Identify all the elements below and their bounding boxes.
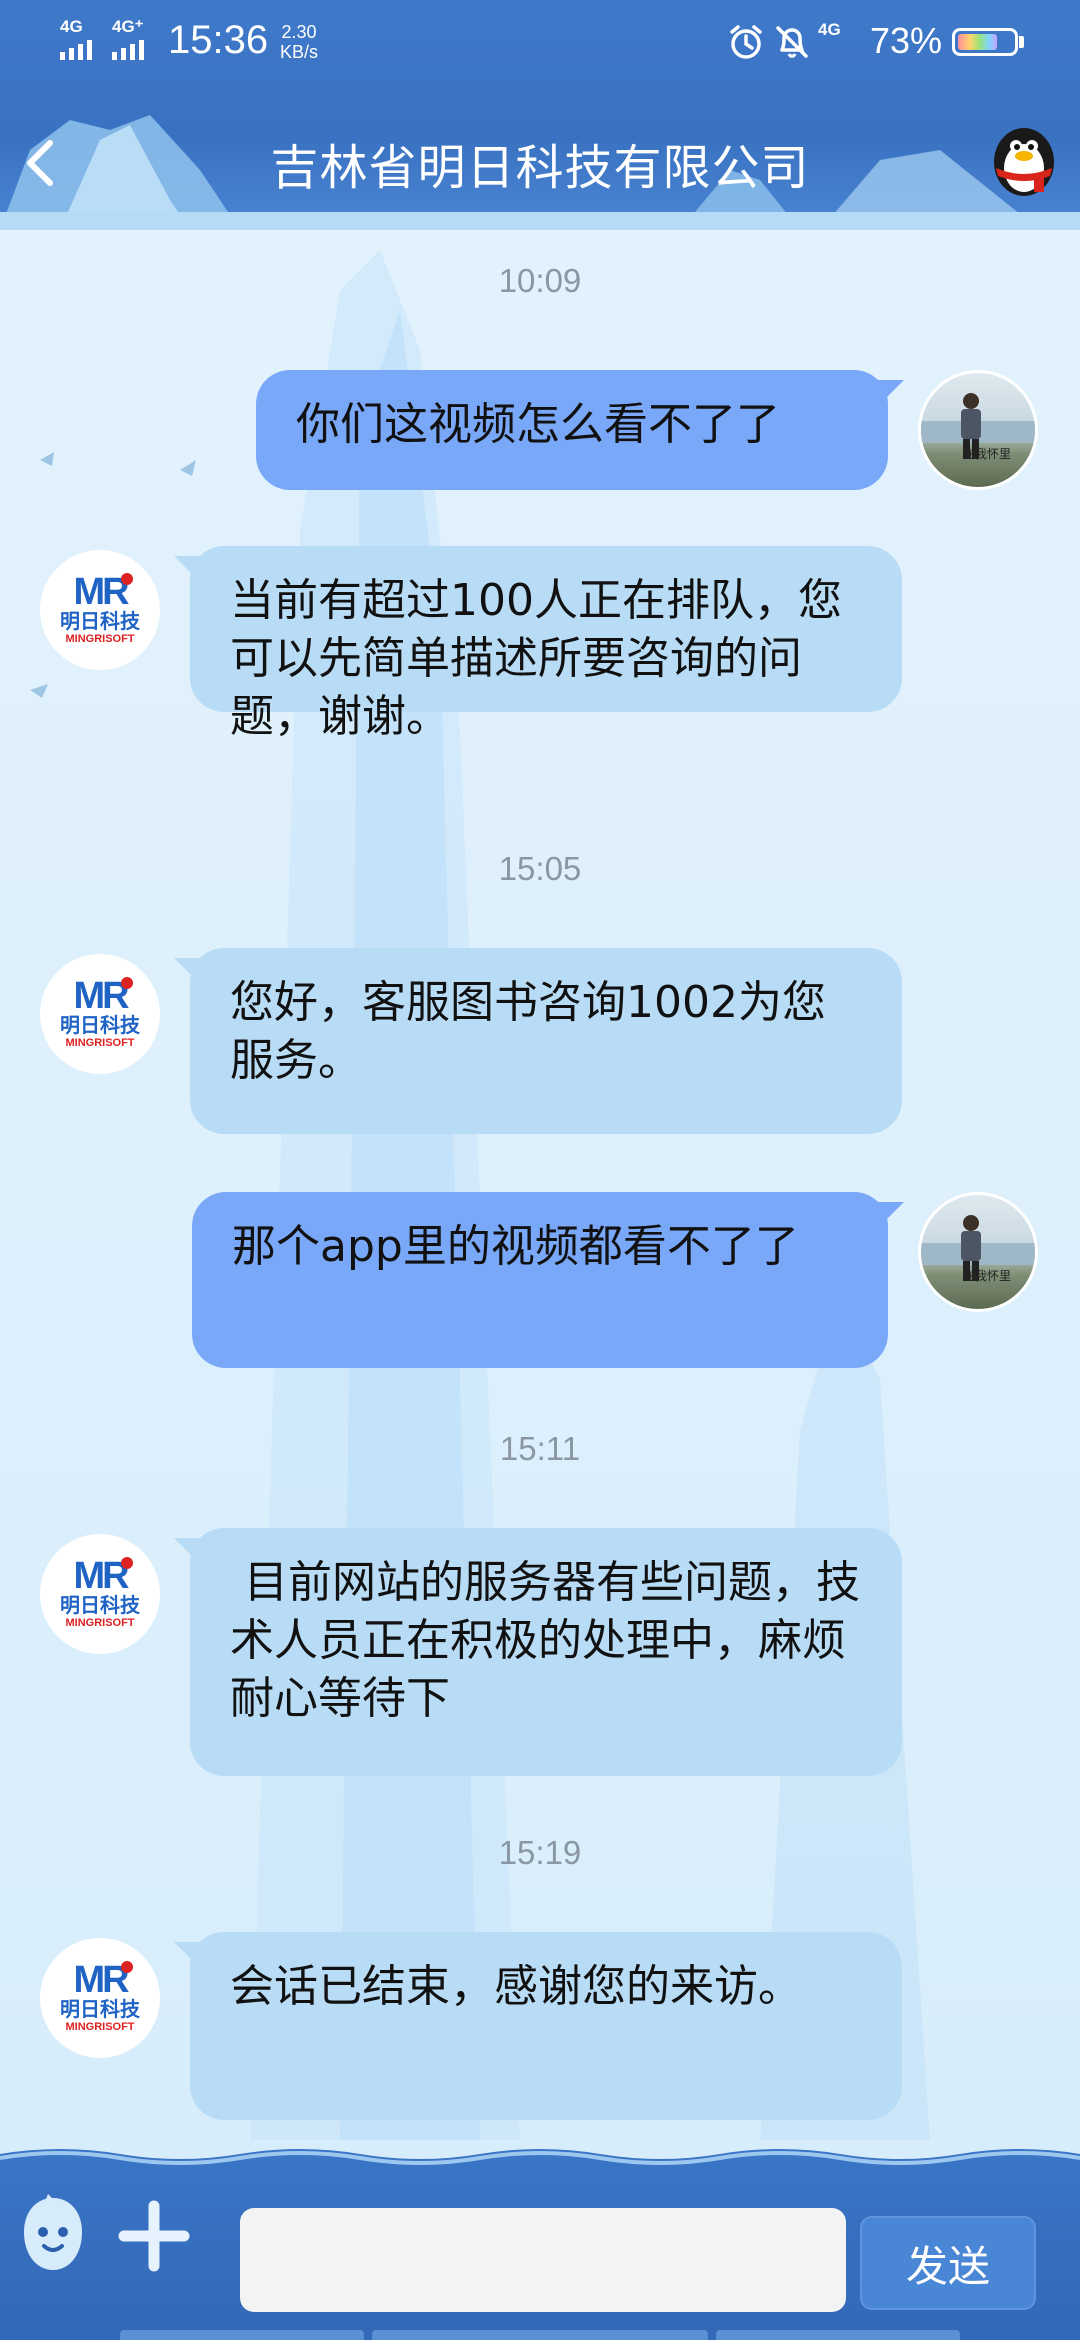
- company-logo-mark: MR: [73, 1557, 133, 1595]
- network-speed-unit: KB/s: [280, 42, 319, 62]
- message-text: 那个app里的视频都看不了了: [232, 1221, 799, 1272]
- logo-english-name: MINGRISOFT: [65, 1617, 135, 1629]
- logo-mark-text: MR: [73, 1959, 129, 2001]
- message-timestamp: 10:09: [498, 262, 582, 299]
- company-avatar[interactable]: MR 明日科技 MINGRISOFT: [40, 954, 160, 1074]
- company-avatar[interactable]: MR 明日科技 MINGRISOFT: [40, 1534, 160, 1654]
- network-type-label: 4G: [818, 20, 841, 39]
- message-text: 会话已结束，感谢您的来访。: [230, 1961, 802, 2012]
- message-timestamp: 15:11: [499, 1430, 581, 1467]
- incoming-message-bubble[interactable]: 您好，客服图书咨询1002为您服务。: [174, 948, 902, 1134]
- avatar-caption: 在我怀里: [963, 1269, 1012, 1283]
- signal-sim2-icon: 4G⁺: [112, 18, 144, 60]
- sim1-network-label: 4G: [60, 17, 83, 36]
- incoming-message-bubble[interactable]: 当前有超过100人正在排队，您可以先简单描述所要咨询的问题，谢谢。: [174, 546, 902, 742]
- battery-icon: [952, 28, 1018, 56]
- emoji-face-icon[interactable]: [18, 2192, 88, 2276]
- message-timestamp: 15:05: [498, 850, 582, 887]
- logo-mark-text: MR: [73, 1555, 129, 1597]
- mute-bell-icon: [776, 26, 808, 58]
- network-speed-value: 2.30: [281, 22, 317, 42]
- user-avatar[interactable]: 在我怀里: [918, 1192, 1038, 1312]
- chat-title: 吉林省明日科技有限公司: [270, 140, 810, 196]
- sim2-network-label: 4G⁺: [112, 17, 144, 36]
- message-text: 你们这视频怎么看不了了: [296, 399, 780, 450]
- input-bar-wave-decoration: [0, 2140, 1080, 2165]
- company-avatar[interactable]: MR 明日科技 MINGRISOFT: [40, 550, 160, 670]
- signal-sim1-icon: 4G: [60, 18, 92, 60]
- company-avatar[interactable]: MR 明日科技 MINGRISOFT: [40, 1938, 160, 2058]
- panel-tab-strip[interactable]: [716, 2330, 960, 2340]
- message-text: 目前网站的服务器有些问题，技术人员正在积极的处理中，麻烦耐心等待下: [230, 1557, 860, 1724]
- outgoing-message-bubble[interactable]: 你们这视频怎么看不了了: [256, 370, 904, 490]
- outgoing-message-bubble[interactable]: 那个app里的视频都看不了了: [192, 1192, 904, 1368]
- qq-penguin-icon[interactable]: [984, 112, 1064, 200]
- message-text: 您好，客服图书咨询1002为您服务。: [230, 977, 826, 1086]
- logo-english-name: MINGRISOFT: [65, 2021, 135, 2033]
- status-bar: 4G 4G⁺ 15:36 2.30 KB/s 4G 73%: [0, 0, 1080, 85]
- message-timestamp: 15:19: [498, 1834, 582, 1871]
- company-logo-mark: MR: [73, 1961, 133, 1999]
- network-speed: 2.30 KB/s: [280, 22, 318, 62]
- battery-percent: 73%: [870, 20, 943, 61]
- incoming-message-bubble[interactable]: 目前网站的服务器有些问题，技术人员正在积极的处理中，麻烦耐心等待下: [174, 1528, 902, 1776]
- send-button[interactable]: 发送: [860, 2216, 1036, 2310]
- incoming-message-bubble[interactable]: 会话已结束，感谢您的来访。: [174, 1932, 902, 2120]
- company-logo-mark: MR: [73, 977, 133, 1015]
- avatar-caption: 在我怀里: [963, 447, 1012, 461]
- battery-tip: [1019, 36, 1024, 48]
- logo-mark-text: MR: [73, 975, 129, 1017]
- panel-tab-strip[interactable]: [372, 2330, 708, 2340]
- message-input[interactable]: [240, 2208, 846, 2312]
- top-bar: 4G 4G⁺ 15:36 2.30 KB/s 4G 73% 吉林省明日科技有限公…: [0, 0, 1080, 230]
- clock: 15:36: [168, 18, 269, 62]
- panel-tab-strip[interactable]: [120, 2330, 364, 2340]
- alarm-icon: [730, 25, 762, 59]
- company-logo-mark: MR: [73, 573, 133, 611]
- logo-english-name: MINGRISOFT: [65, 633, 135, 645]
- logo-mark-text: MR: [73, 571, 129, 613]
- user-avatar[interactable]: 在我怀里: [918, 370, 1038, 490]
- logo-english-name: MINGRISOFT: [65, 1037, 135, 1049]
- plus-icon[interactable]: [118, 2200, 190, 2272]
- back-chevron-left-icon[interactable]: [16, 135, 66, 191]
- battery-level-fill: [958, 34, 998, 50]
- chat-area[interactable]: 10:09 你们这视频怎么看不了了 在我怀里 MR 明日科技 MINGRISOF…: [0, 230, 1080, 2140]
